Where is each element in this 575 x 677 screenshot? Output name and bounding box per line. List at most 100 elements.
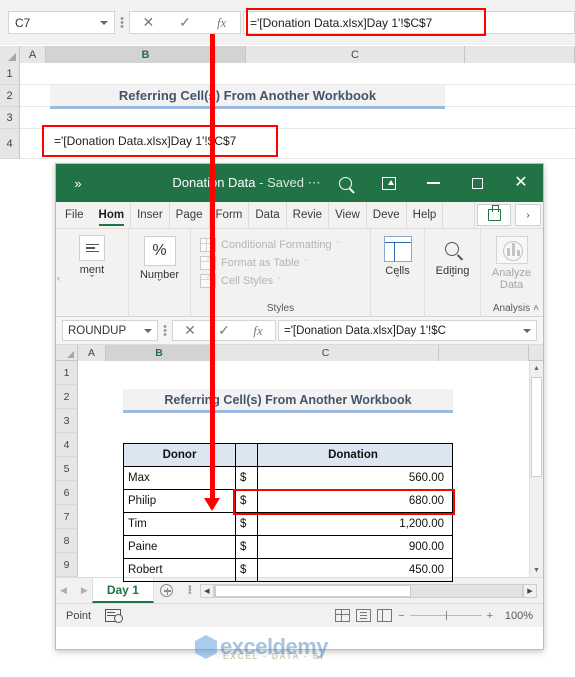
chevron-down-icon[interactable]: ˇ xyxy=(305,258,308,268)
inner-row-header-6[interactable]: 6 xyxy=(56,481,78,505)
outer-column-header-c[interactable]: C xyxy=(246,46,465,63)
outer-row-header-4[interactable]: 4 xyxy=(0,129,20,159)
maximize-icon[interactable] xyxy=(455,164,499,202)
zoom-out-icon[interactable]: − xyxy=(398,610,404,622)
ribbon-overflow-button[interactable]: › xyxy=(515,204,541,226)
tab-formulas[interactable]: Form xyxy=(210,202,250,228)
tab-help[interactable]: Help xyxy=(407,202,444,228)
inner-column-header-c[interactable]: C xyxy=(213,345,439,361)
percent-style-icon[interactable]: % xyxy=(143,236,176,266)
inner-column-header-extra[interactable] xyxy=(439,345,529,361)
zoom-slider[interactable]: − + xyxy=(398,609,493,622)
inner-row-header-9[interactable]: 9 xyxy=(56,553,78,577)
sheet-next-icon[interactable]: ▶ xyxy=(81,585,88,596)
inner-select-all-corner[interactable] xyxy=(56,345,78,360)
cancel-icon[interactable]: ✕ xyxy=(133,14,163,31)
scroll-down-icon[interactable]: ▼ xyxy=(530,563,543,577)
hscroll-right-icon[interactable]: ▶ xyxy=(523,583,537,598)
page-layout-view-icon[interactable] xyxy=(356,609,372,622)
collapse-ribbon-icon[interactable]: ˄ xyxy=(533,303,539,314)
close-icon[interactable]: ✕ xyxy=(499,164,543,202)
select-all-corner[interactable] xyxy=(0,46,20,63)
chevron-down-icon[interactable]: ˇ xyxy=(278,276,281,286)
hscroll-thumb[interactable] xyxy=(214,584,412,597)
inner-row-header-3[interactable]: 3 xyxy=(56,409,78,433)
outer-cell-b4-formula[interactable]: ='[Donation Data.xlsx]Day 1'!$C$7 xyxy=(46,128,274,154)
hscroll-track[interactable] xyxy=(213,583,523,598)
tab-insert[interactable]: Inser xyxy=(131,202,170,228)
editing-find-icon[interactable] xyxy=(438,236,466,262)
outer-formula-input[interactable]: ='[Donation Data.xlsx]Day 1'!$C$7 xyxy=(243,11,575,34)
sheet-prev-icon[interactable]: ◀ xyxy=(60,585,67,596)
inner-row-header-5[interactable]: 5 xyxy=(56,457,78,481)
outer-column-headers: A B C xyxy=(0,46,575,63)
inner-row-header-7[interactable]: 7 xyxy=(56,505,78,529)
insert-function-icon[interactable]: fx xyxy=(243,323,273,339)
outer-row-header-2[interactable]: 2 xyxy=(0,85,20,107)
percent-glyph: % xyxy=(152,242,167,259)
cancel-icon[interactable]: ✕ xyxy=(175,322,205,339)
zoom-in-icon[interactable]: + xyxy=(487,610,493,622)
inner-column-header-b[interactable]: B xyxy=(106,345,213,361)
chevron-down-icon[interactable] xyxy=(144,328,152,333)
outer-column-header-b[interactable]: B xyxy=(46,46,246,63)
vertical-scrollbar[interactable]: ▲ ▼ xyxy=(529,361,543,577)
tab-view[interactable]: View xyxy=(329,202,367,228)
outer-row-3-cells[interactable] xyxy=(20,107,575,129)
outer-name-box[interactable]: C7 xyxy=(8,11,115,34)
table-row[interactable]: Max $ 560.00 xyxy=(123,466,453,490)
align-icon[interactable] xyxy=(79,235,105,261)
cells-icon[interactable] xyxy=(383,236,412,262)
inner-name-box[interactable]: ROUNDUP xyxy=(62,320,158,341)
inner-formula-input[interactable]: ='[Donation Data.xlsx]Day 1'!$C xyxy=(278,320,537,341)
vertical-scroll-thumb[interactable] xyxy=(531,377,542,477)
inner-row-header-2[interactable]: 2 xyxy=(56,385,78,409)
insert-function-icon[interactable]: fx xyxy=(207,15,237,31)
ribbon-group-editing: Editing ˇ xyxy=(424,229,480,316)
search-icon[interactable] xyxy=(323,164,367,202)
outer-row-header-3[interactable]: 3 xyxy=(0,107,20,129)
outer-column-header-a[interactable]: A xyxy=(20,46,46,63)
share-button[interactable] xyxy=(477,204,511,226)
table-row[interactable]: Paine $ 900.00 xyxy=(123,535,453,559)
outer-column-header-extra[interactable] xyxy=(465,46,575,63)
enter-icon[interactable]: ✓ xyxy=(170,14,200,31)
tab-developer[interactable]: Deve xyxy=(367,202,407,228)
conditional-formatting-button[interactable]: Conditional Formatting ˇ xyxy=(196,236,344,254)
table-row[interactable]: Philip $ 680.00 xyxy=(123,489,453,513)
quick-access-more-icon[interactable]: » xyxy=(56,176,100,191)
tab-file[interactable]: File xyxy=(56,202,93,228)
tab-page-layout[interactable]: Page xyxy=(170,202,210,228)
analyze-data-icon[interactable] xyxy=(495,236,528,264)
table-header-donor: Donor xyxy=(123,443,236,467)
chevron-down-icon[interactable]: ˇ xyxy=(337,240,340,250)
outer-name-box-value: C7 xyxy=(15,15,31,30)
inner-formula-dots-icon: • • • xyxy=(163,321,167,341)
inner-column-header-a[interactable]: A xyxy=(78,345,106,361)
zoom-track[interactable] xyxy=(409,609,482,622)
inner-row-header-8[interactable]: 8 xyxy=(56,529,78,553)
ribbon-scroll-left-icon[interactable]: ‹ xyxy=(57,273,60,283)
normal-view-icon[interactable] xyxy=(335,609,351,622)
macro-record-icon[interactable] xyxy=(105,609,124,623)
chevron-down-icon[interactable] xyxy=(100,20,108,25)
inner-row-header-1[interactable]: 1 xyxy=(56,361,78,385)
zoom-percentage: 100% xyxy=(504,609,533,622)
tab-review[interactable]: Revie xyxy=(287,202,330,228)
outer-row-header-1[interactable]: 1 xyxy=(0,63,20,85)
hscroll-left-icon[interactable]: ◀ xyxy=(199,583,214,598)
status-bar: Point − + 100% xyxy=(56,603,543,627)
expand-formula-bar-icon[interactable] xyxy=(523,328,531,333)
inner-row-header-4[interactable]: 4 xyxy=(56,433,78,457)
tab-data[interactable]: Data xyxy=(249,202,287,228)
table-row[interactable]: Robert $ 450.00 xyxy=(123,558,453,582)
tab-home[interactable]: Hom xyxy=(93,202,132,228)
table-row-highlighted[interactable]: Tim $ 1,200.00 xyxy=(123,512,453,536)
inner-formula-actions: ✕ ✓ fx xyxy=(172,320,276,341)
minimize-icon[interactable] xyxy=(411,164,455,202)
present-icon[interactable] xyxy=(367,164,411,202)
outer-row-1-cells[interactable] xyxy=(20,63,575,85)
page-break-view-icon[interactable] xyxy=(377,609,393,622)
scroll-up-icon[interactable]: ▲ xyxy=(530,361,543,375)
inner-cells-area[interactable]: Referring Cell(s) From Another Workbook … xyxy=(78,361,529,582)
